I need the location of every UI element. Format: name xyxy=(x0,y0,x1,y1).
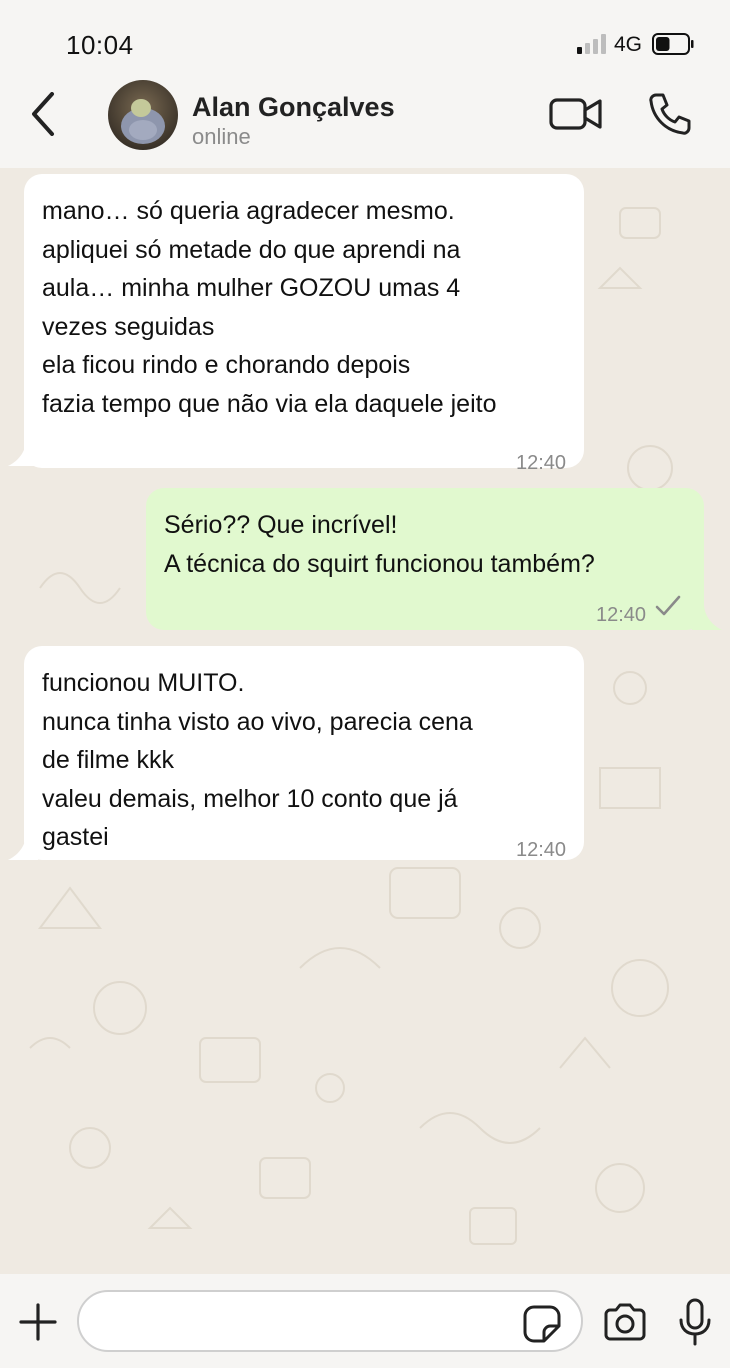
battery-icon xyxy=(652,33,694,55)
message-text-line: Sério?? Que incrível! xyxy=(164,511,398,539)
message-text-line: ela ficou rindo e chorando depois xyxy=(42,351,411,379)
message-time: 12:40 xyxy=(596,604,647,626)
chat-area[interactable]: mano… só queria agradecer mesmo. aplique… xyxy=(0,168,730,1274)
message-text-line: funcionou MUITO. xyxy=(42,669,245,697)
message-time: 12:40 xyxy=(516,839,567,861)
single-check-icon xyxy=(655,595,681,616)
message-text-line: fazia tempo que não via ela daquele jeit… xyxy=(42,389,497,418)
message-text-line: apliquei só metade do que aprendi na xyxy=(42,235,461,264)
chat-header: Alan Gonçalves online xyxy=(0,80,730,168)
message-text-line: valeu demais, melhor 10 conto que já xyxy=(42,784,458,813)
phone-icon[interactable] xyxy=(646,90,694,138)
camera-icon[interactable] xyxy=(602,1302,648,1342)
message-bubble-outgoing[interactable]: Sério?? Que incrível! A técnica do squir… xyxy=(146,488,704,630)
avatar[interactable] xyxy=(108,80,178,150)
contact-name[interactable]: Alan Gonçalves xyxy=(192,92,395,123)
contact-status: online xyxy=(192,124,251,149)
message-composer xyxy=(0,1274,730,1368)
message-bubble-incoming[interactable]: funcionou MUITO. nunca tinha visto ao vi… xyxy=(24,646,584,861)
network-type: 4G xyxy=(614,33,643,56)
microphone-icon[interactable] xyxy=(676,1298,714,1346)
message-text-line: vezes seguidas xyxy=(42,312,215,341)
plus-icon[interactable] xyxy=(18,1302,58,1342)
status-bar: 10:04 4G xyxy=(0,0,730,80)
message-time: 12:40 xyxy=(516,452,567,474)
status-time: 10:04 xyxy=(66,30,134,60)
message-bubble-incoming[interactable]: mano… só queria agradecer mesmo. aplique… xyxy=(24,174,584,474)
message-text-line: de filme kkk xyxy=(42,746,174,774)
message-text-line: aula… minha mulher GOZOU umas 4 xyxy=(42,274,461,302)
message-input[interactable] xyxy=(77,1290,583,1352)
video-camera-icon[interactable] xyxy=(548,94,604,134)
message-text-line: nunca tinha visto ao vivo, parecia cena xyxy=(42,707,473,736)
message-text-line: mano… só queria agradecer mesmo. xyxy=(42,197,455,225)
signal-strength-icon xyxy=(577,34,609,54)
message-text-line: gastei xyxy=(42,823,109,851)
sticker-icon[interactable] xyxy=(522,1304,562,1344)
chevron-left-icon[interactable] xyxy=(22,92,66,136)
message-text-line: A técnica do squirt funcionou também? xyxy=(164,549,595,578)
